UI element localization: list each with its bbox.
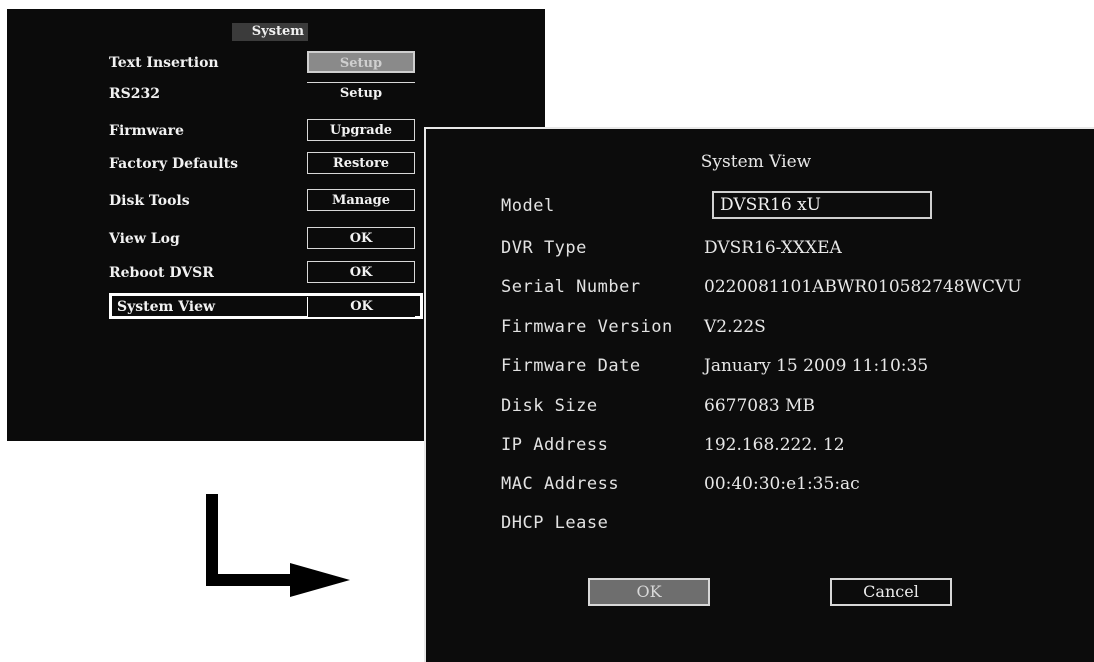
ip-address-value: 192.168.222. 12 [704, 435, 845, 455]
menu-label-view-log: View Log [109, 231, 180, 247]
firmware-date-value: January 15 2009 11:10:35 [704, 356, 929, 376]
menu-label-reboot-dvsr: Reboot DVSR [109, 265, 214, 281]
disk-tools-manage-button[interactable]: Manage [307, 189, 415, 211]
arrow-vertical-stroke [206, 494, 218, 586]
system-menu-title: System [232, 23, 308, 41]
sv-row-ip-address: IP Address 192.168.222. 12 [426, 430, 1094, 460]
menu-row-text-insertion: Text Insertion Setup [7, 49, 545, 77]
firmware-version-label: Firmware Version [501, 317, 673, 337]
factory-defaults-restore-button[interactable]: Restore [307, 152, 415, 174]
view-log-ok-button[interactable]: OK [307, 227, 415, 249]
firmware-upgrade-button[interactable]: Upgrade [307, 119, 415, 141]
ok-button[interactable]: OK [588, 578, 710, 606]
sv-row-serial-number: Serial Number 0220081101ABWR010582748WCV… [426, 272, 1094, 302]
model-field[interactable]: DVSR16 xU [712, 191, 932, 219]
arrow-horizontal-stroke [206, 574, 294, 586]
firmware-date-label: Firmware Date [501, 356, 641, 376]
disk-size-value: 6677083 MB [704, 396, 816, 416]
disk-size-label: Disk Size [501, 396, 598, 416]
dvr-type-label: DVR Type [501, 238, 587, 258]
arrow-head [290, 563, 350, 597]
dvr-type-value: DVSR16-XXXEA [704, 238, 842, 258]
menu-label-factory-defaults: Factory Defaults [109, 156, 238, 172]
menu-label-system-view: System View [117, 299, 216, 315]
cancel-button[interactable]: Cancel [830, 578, 952, 606]
firmware-version-value: V2.22S [704, 317, 766, 337]
menu-label-firmware: Firmware [109, 123, 184, 139]
sv-row-disk-size: Disk Size 6677083 MB [426, 391, 1094, 421]
menu-label-text-insertion: Text Insertion [109, 55, 219, 71]
mac-address-value: 00:40:30:e1:35:ac [704, 474, 860, 494]
model-label: Model [501, 196, 555, 216]
ip-address-label: IP Address [501, 435, 609, 455]
sv-row-dvr-type: DVR Type DVSR16-XXXEA [426, 233, 1094, 263]
sv-row-mac-address: MAC Address 00:40:30:e1:35:ac [426, 469, 1094, 499]
system-view-ok-button[interactable]: OK [307, 297, 415, 317]
serial-number-label: Serial Number [501, 277, 641, 297]
sv-row-firmware-date: Firmware Date January 15 2009 11:10:35 [426, 351, 1094, 381]
menu-label-disk-tools: Disk Tools [109, 193, 190, 209]
sv-row-firmware-version: Firmware Version V2.22S [426, 312, 1094, 342]
system-view-dialog: System View Model DVSR16 xU DVR Type DVS… [424, 127, 1094, 662]
sv-row-dhcp-lease: DHCP Lease [426, 508, 1094, 538]
menu-label-rs232: RS232 [109, 86, 160, 102]
mac-address-label: MAC Address [501, 474, 620, 494]
rs232-setup-button[interactable]: Setup [307, 82, 415, 104]
reboot-dvsr-ok-button[interactable]: OK [307, 261, 415, 283]
system-view-title: System View [700, 152, 812, 172]
menu-row-rs232: RS232 Setup [7, 80, 545, 108]
text-insertion-setup-button[interactable]: Setup [307, 51, 415, 73]
dhcp-lease-label: DHCP Lease [501, 513, 609, 533]
serial-number-value: 0220081101ABWR010582748WCVU [704, 277, 1022, 297]
